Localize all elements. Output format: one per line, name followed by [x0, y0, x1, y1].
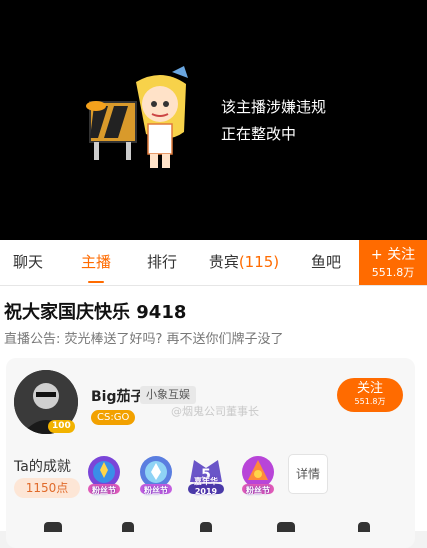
tab-fishbar-label: 鱼吧: [310, 253, 341, 271]
badge-label: 粉丝节: [92, 486, 116, 495]
badge-label: 粉丝节: [144, 486, 168, 495]
watermark-text: @烟鬼公司董事长: [171, 405, 259, 418]
tab-chat-label: 聊天: [12, 253, 43, 271]
video-player[interactable]: 该主播涉嫌违规 正在整改中: [0, 0, 427, 240]
tab-vip-count: (115): [238, 253, 280, 271]
fan-festival-badge-1[interactable]: 粉丝节: [82, 452, 126, 496]
tab-anchor[interactable]: 主播: [66, 240, 126, 285]
tab-anchor-label: 主播: [80, 253, 111, 271]
active-tab-indicator: [88, 281, 104, 283]
tab-chat[interactable]: 聊天: [0, 240, 56, 285]
follow-tab-label: + 关注: [370, 247, 416, 263]
level-badge: 100: [48, 420, 75, 433]
follow-button-label: 关注: [356, 381, 383, 396]
tab-vip-label: 贵宾: [208, 253, 239, 271]
room-title: 祝大家国庆快乐 9418: [4, 302, 187, 323]
anchor-panel: 祝大家国庆快乐 9418 直播公告: 荧光棒送了好吗? 再不送你们牌子没了 10…: [0, 286, 427, 548]
follow-tab-button[interactable]: + 关注 551.8万: [359, 240, 427, 285]
tab-ranking-label: 排行: [146, 253, 177, 271]
fan-festival-badge-2[interactable]: 粉丝节: [134, 452, 178, 496]
follow-button-count: 551.8万: [354, 397, 386, 406]
achievement-points: 1150点: [14, 478, 80, 498]
violation-notice-line1: 该主播涉嫌违规: [221, 98, 327, 116]
tab-vip[interactable]: 贵宾(115): [204, 240, 284, 285]
anchor-name: Big茄子: [91, 389, 145, 405]
carnival-2019-badge[interactable]: 5 嘉年华2019: [184, 452, 228, 496]
anchor-card: 100 Big茄子 小象互娱 CS:GO @烟鬼公司董事长 关注 551.8万 …: [6, 358, 415, 548]
tab-fishbar[interactable]: 鱼吧: [296, 240, 356, 285]
achievements-label: Ta的成就: [14, 459, 71, 475]
guild-tag[interactable]: 小象互娱: [140, 386, 196, 404]
construction-mascot-icon: [86, 66, 188, 168]
game-tag[interactable]: CS:GO: [91, 410, 136, 425]
follow-tab-count: 551.8万: [371, 266, 415, 279]
room-announcement: 直播公告: 荧光棒送了好吗? 再不送你们牌子没了: [4, 332, 284, 347]
achievements-detail-button[interactable]: 详情: [288, 454, 328, 494]
tab-ranking[interactable]: 排行: [132, 240, 192, 285]
fan-festival-badge-3[interactable]: 粉丝节: [236, 452, 280, 496]
badge-label: 嘉年华2019: [194, 477, 218, 496]
badge-label: 粉丝节: [246, 486, 270, 495]
follow-button[interactable]: 关注 551.8万: [337, 378, 403, 412]
violation-notice-line2: 正在整改中: [221, 125, 297, 143]
